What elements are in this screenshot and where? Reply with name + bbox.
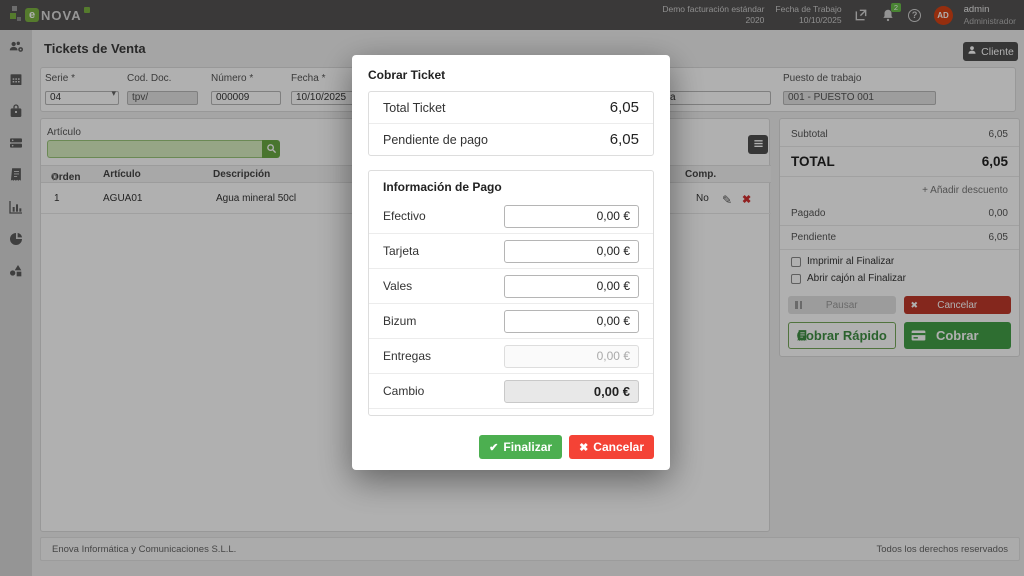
- vales-label: Vales: [383, 279, 412, 293]
- ticket-totals-box: Total Ticket 6,05 Pendiente de pago 6,05: [368, 91, 654, 156]
- payment-row-bizum: Bizum: [369, 304, 653, 339]
- cross-icon: ✖: [579, 441, 588, 454]
- cambio-label: Cambio: [383, 384, 424, 398]
- entregas-input: [504, 345, 639, 368]
- finalize-button[interactable]: ✔ Finalizar: [479, 435, 562, 459]
- charge-ticket-modal: Cobrar Ticket Total Ticket 6,05 Pendient…: [352, 55, 670, 470]
- payment-row-cambio: Cambio: [369, 374, 653, 409]
- check-icon: ✔: [489, 441, 498, 454]
- total-ticket-label: Total Ticket: [383, 101, 446, 115]
- bizum-input[interactable]: [504, 310, 639, 333]
- tarjeta-input[interactable]: [504, 240, 639, 263]
- pending-payment-label: Pendiente de pago: [383, 133, 488, 147]
- payment-info-box: Información de Pago Efectivo Tarjeta Val…: [368, 170, 654, 416]
- cambio-input: [504, 380, 639, 403]
- total-ticket-row: Total Ticket 6,05: [369, 92, 653, 123]
- payment-row-efectivo: Efectivo: [369, 199, 653, 234]
- pending-payment-value: 6,05: [610, 131, 639, 148]
- bizum-label: Bizum: [383, 314, 416, 328]
- efectivo-input[interactable]: [504, 205, 639, 228]
- modal-title: Cobrar Ticket: [352, 55, 670, 91]
- entregas-label: Entregas: [383, 349, 431, 363]
- modal-cancel-button[interactable]: ✖ Cancelar: [569, 435, 654, 459]
- efectivo-label: Efectivo: [383, 209, 426, 223]
- payment-section-title: Información de Pago: [369, 171, 653, 199]
- payment-row-vales: Vales: [369, 269, 653, 304]
- pending-payment-row: Pendiente de pago 6,05: [369, 123, 653, 155]
- tarjeta-label: Tarjeta: [383, 244, 419, 258]
- payment-row-entregas: Entregas: [369, 339, 653, 374]
- payment-row-tarjeta: Tarjeta: [369, 234, 653, 269]
- total-ticket-value: 6,05: [610, 99, 639, 116]
- vales-input[interactable]: [504, 275, 639, 298]
